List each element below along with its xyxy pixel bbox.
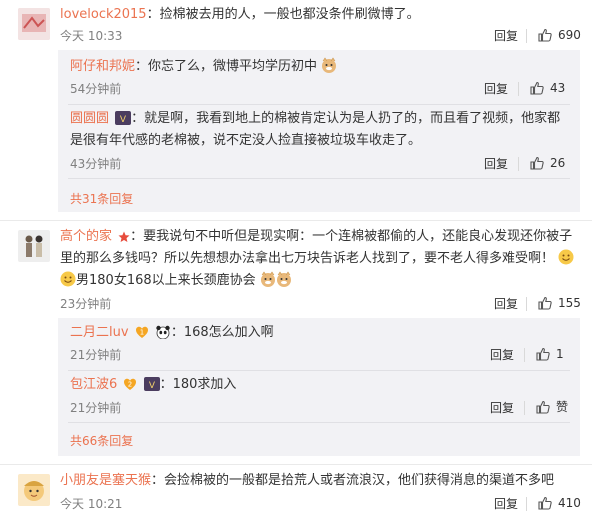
separator	[0, 464, 592, 465]
comment-time: 今天 10:33	[60, 29, 123, 43]
thumbs-up-icon	[536, 400, 550, 414]
divider	[526, 497, 527, 511]
reply-time: 21分钟前	[70, 401, 122, 415]
star-badge-icon	[118, 231, 130, 242]
like-count: 690	[558, 28, 581, 42]
comment-text: lovelock2015：捡棉被去用的人，一般也都没条件刷微博了。	[60, 4, 578, 26]
comment-body: ：会捡棉被的一般都是拾荒人或者流浪汉，他们获得消息的渠道不多吧	[151, 473, 555, 488]
thumbs-up-icon	[538, 28, 552, 42]
thumbs-up-icon	[538, 496, 552, 510]
reply-button[interactable]: 回复	[494, 496, 518, 512]
comment-time: 23分钟前	[60, 297, 112, 311]
doge-emoji-icon	[322, 57, 337, 73]
star-badge-icon: 1	[135, 326, 148, 338]
like-button[interactable]: 410	[538, 495, 581, 511]
avatar[interactable]	[18, 474, 50, 506]
reply-text: 包江波6 2 V ：180求加入	[70, 374, 572, 396]
svg-text:2: 2	[128, 381, 132, 389]
reply-username[interactable]: 包江波6	[70, 377, 117, 392]
divider	[524, 348, 525, 362]
reply-button[interactable]: 回复	[484, 81, 508, 97]
thumbs-up-icon	[536, 347, 550, 361]
doge-emoji-icon	[260, 271, 275, 287]
reply-time: 43分钟前	[70, 157, 122, 171]
star-badge-icon: 2	[124, 378, 137, 390]
reply-username[interactable]: 二月二luv	[70, 325, 129, 340]
like-count: 155	[558, 296, 581, 310]
replies-panel: 二月二luv 1 ：168怎么加入啊 21分钟前 回复 1 包江波6 2 V ：1…	[58, 318, 580, 456]
more-replies-link[interactable]: 共66条回复	[70, 432, 133, 449]
reply-body: ：168怎么加入啊	[170, 325, 274, 340]
more-replies-link[interactable]: 共31条回复	[70, 190, 133, 207]
avatar-image	[18, 230, 50, 262]
avatar[interactable]	[18, 8, 50, 40]
avatar-image	[18, 8, 50, 40]
reply-username[interactable]: 阿仔和邦妮	[70, 59, 135, 74]
comment-item: 高个的家 ：要我说句不中听但是现实啊：一个连棉被都偷的人，还能良心发现还你被子里…	[0, 222, 592, 458]
divider	[518, 157, 519, 171]
like-count: 410	[558, 496, 581, 510]
reply-body: ：180求加入	[159, 377, 237, 392]
like-button[interactable]: 690	[538, 27, 581, 43]
comment-body-tail: 男180女168以上来长颈鹿协会	[76, 273, 256, 288]
comment-time: 今天 10:21	[60, 497, 123, 511]
comment-body: ：要我说句不中听但是现实啊：一个连棉被都偷的人，还能良心发现还你被子里的那么多钱…	[60, 229, 573, 266]
doge-emoji-icon	[276, 271, 291, 287]
separator	[68, 422, 570, 423]
thumbs-up-icon	[538, 296, 552, 310]
divider	[526, 297, 527, 311]
reply-button[interactable]: 回复	[494, 296, 518, 312]
reply-username[interactable]: 圆圆圆	[70, 111, 109, 126]
svg-text:V: V	[148, 381, 155, 391]
reply-button[interactable]: 回复	[490, 400, 514, 416]
vip-badge-icon: V	[143, 377, 160, 391]
comment-text: 高个的家 ：要我说句不中听但是现实啊：一个连棉被都偷的人，还能良心发现还你被子里…	[60, 226, 578, 292]
reply-button[interactable]: 回复	[490, 347, 514, 363]
like-button[interactable]: 26	[530, 155, 565, 171]
comment-username[interactable]: 小朋友是塞天猴	[60, 473, 151, 488]
svg-text:V: V	[120, 115, 127, 125]
comment-item: 小朋友是塞天猴：会捡棉被的一般都是拾荒人或者流浪汉，他们获得消息的渠道不多吧 今…	[0, 466, 592, 521]
like-button[interactable]: 赞	[536, 399, 568, 415]
comment-username[interactable]: lovelock2015	[60, 7, 147, 22]
comment-item: lovelock2015：捡棉被去用的人，一般也都没条件刷微博了。 今天 10:…	[0, 0, 592, 212]
divider	[526, 29, 527, 43]
smile-emoji-icon	[558, 249, 574, 265]
panda-badge-icon	[156, 325, 170, 339]
divider	[524, 401, 525, 415]
separator	[68, 178, 570, 179]
reply-body: ：你忘了么，微博平均学历初中	[135, 59, 318, 74]
reply-text: 阿仔和邦妮：你忘了么，微博平均学历初中	[70, 56, 572, 78]
thumbs-up-icon	[530, 156, 544, 170]
reply-body: ：就是啊，我看到地上的棉被肯定认为是人扔了的，而且看了视频，他家都是很有年代感的…	[70, 111, 561, 148]
comment-body: ：捡棉被去用的人，一般也都没条件刷微博了。	[146, 7, 420, 22]
divider	[518, 82, 519, 96]
reply-button[interactable]: 回复	[494, 28, 518, 44]
avatar[interactable]	[18, 230, 50, 262]
reply-button[interactable]: 回复	[484, 156, 508, 172]
like-count: 26	[550, 156, 566, 170]
like-count: 1	[556, 347, 564, 361]
separator	[68, 370, 570, 371]
reply-text: 二月二luv 1 ：168怎么加入啊	[70, 322, 572, 344]
smile-emoji-icon	[60, 271, 76, 287]
comment-text: 小朋友是塞天猴：会捡棉被的一般都是拾荒人或者流浪汉，他们获得消息的渠道不多吧	[60, 470, 578, 492]
reply-text: 圆圆圆 V ：就是啊，我看到地上的棉被肯定认为是人扔了的，而且看了视频，他家都是很…	[70, 108, 572, 152]
avatar-image	[18, 474, 50, 506]
separator	[0, 220, 592, 221]
separator	[68, 104, 570, 105]
reply-time: 21分钟前	[70, 348, 122, 362]
svg-text:1: 1	[139, 329, 143, 337]
vip-badge-icon: V	[115, 111, 132, 125]
comment-username[interactable]: 高个的家	[60, 229, 112, 244]
replies-panel: 阿仔和邦妮：你忘了么，微博平均学历初中 54分钟前 回复 43 圆圆圆 V ：就是…	[58, 50, 580, 212]
thumbs-up-icon	[530, 81, 544, 95]
like-button[interactable]: 1	[536, 346, 564, 362]
reply-time: 54分钟前	[70, 82, 122, 96]
like-button[interactable]: 43	[530, 80, 565, 96]
like-count: 赞	[556, 400, 569, 414]
like-count: 43	[550, 81, 566, 95]
like-button[interactable]: 155	[538, 295, 581, 311]
